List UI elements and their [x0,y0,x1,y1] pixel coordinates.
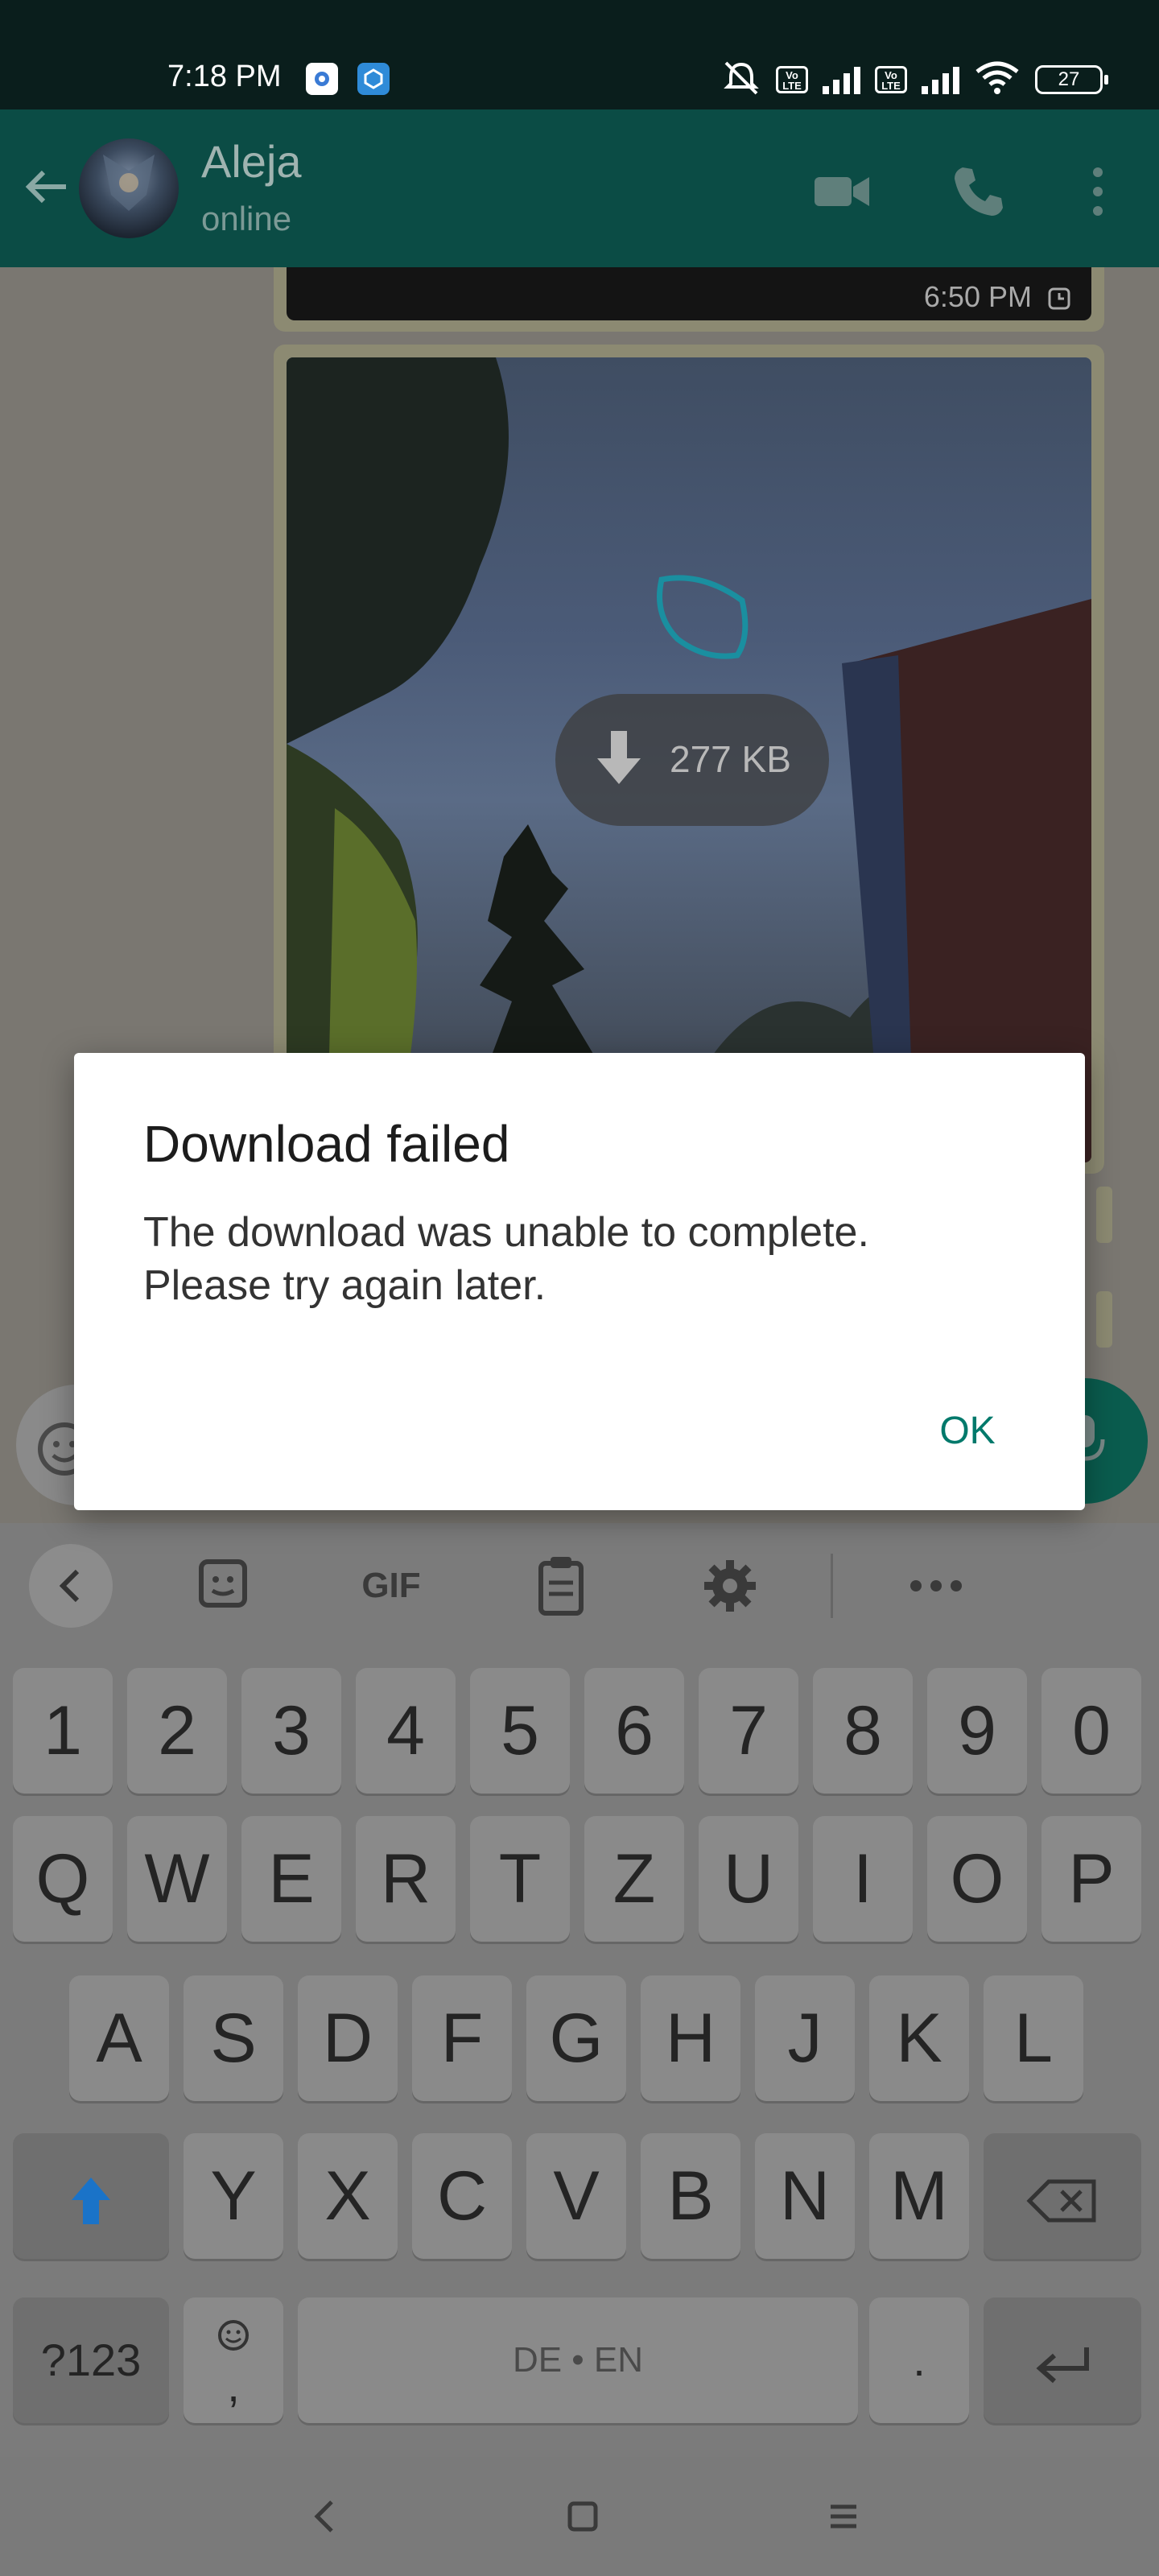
ok-button[interactable]: OK [911,1391,1024,1472]
dialog-message-line-1: The download was unable to complete. [143,1209,869,1256]
status-time: 7:18 PM [167,60,282,93]
dialog-title: Download failed [143,1115,510,1173]
status-bar: 7:18 PM Vo LTE Vo LTE 27 [0,0,1159,109]
volte-badge-2: Vo LTE [875,66,907,93]
signal-icon-2 [922,65,959,94]
app-notification-icon [357,63,390,95]
signal-icon [823,65,860,94]
dialog-message-line-2: Please try again later. [143,1262,547,1309]
settings-notification-icon [306,63,338,95]
whatsapp-chat-screen: 7:18 PM Vo LTE Vo LTE 27 Aleja online 6:… [0,0,1159,2576]
dialog-message: The download was unable to complete. Ple… [143,1206,1013,1312]
volte-badge: Vo LTE [776,66,808,93]
status-icons: Vo LTE Vo LTE 27 [721,60,1108,101]
battery-icon: 27 [1035,65,1108,94]
wifi-icon [974,60,1021,100]
download-failed-dialog: Download failed The download was unable … [74,1053,1085,1510]
mute-bell-icon [721,60,761,101]
